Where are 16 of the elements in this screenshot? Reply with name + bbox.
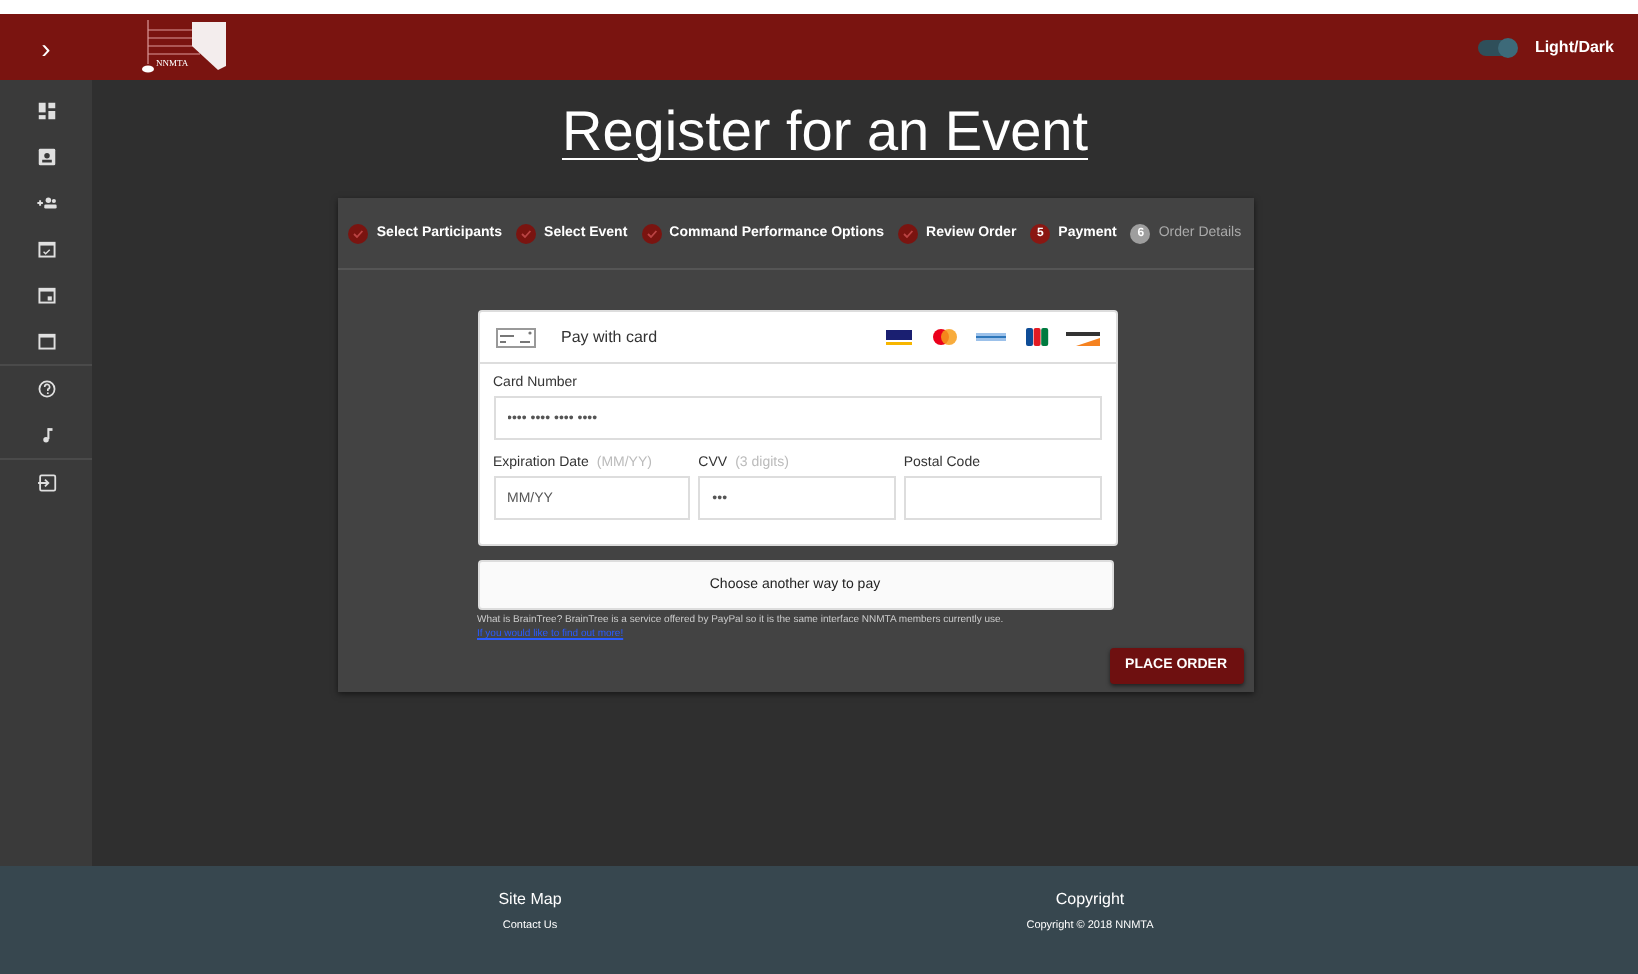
step-check-icon	[641, 223, 662, 243]
step-check-icon	[516, 223, 537, 243]
postal-code-field[interactable]	[903, 476, 1102, 520]
card-brand-icon	[973, 328, 1007, 346]
footer-heading: Site Map	[498, 890, 562, 908]
footer-heading: Copyright	[1055, 890, 1125, 908]
menu-toggle-button[interactable]: ›	[0, 14, 92, 80]
theme-toggle[interactable]: Light/Dark	[1466, 35, 1626, 59]
step-check-icon	[898, 223, 919, 243]
page-title: Register for an Event	[561, 100, 1089, 164]
card-brand-icon	[881, 328, 915, 346]
step-check-icon	[348, 223, 369, 243]
form-heading: Pay with card	[561, 328, 658, 346]
card-brand-icon	[1065, 328, 1099, 346]
card-icon	[495, 327, 535, 347]
card-brand-icon	[927, 328, 961, 346]
